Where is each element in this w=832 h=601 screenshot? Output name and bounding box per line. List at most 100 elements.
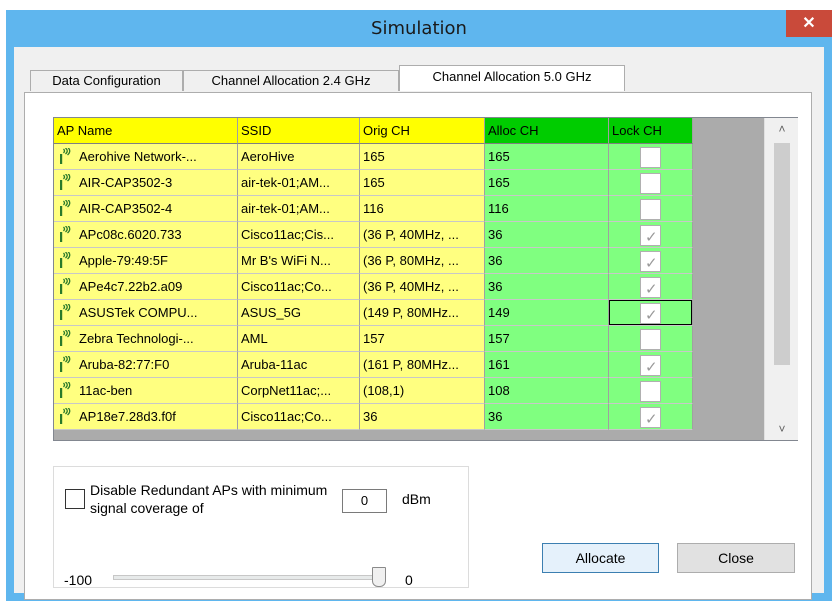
lock-channel-checkbox[interactable]: [640, 354, 661, 377]
wifi-ap-icon: [60, 382, 71, 398]
ap-name-text: APe4c7.22b2.a09: [79, 279, 183, 294]
tab-data-configuration[interactable]: Data Configuration: [30, 70, 183, 91]
cell-lock[interactable]: [609, 196, 693, 222]
cell-lock[interactable]: [609, 144, 693, 170]
cell-name: AP18e7.28d3.f0f: [54, 404, 238, 430]
column-header-name[interactable]: AP Name: [54, 118, 238, 144]
wifi-ap-icon: [60, 174, 71, 190]
wifi-ap-icon: [60, 304, 71, 320]
lock-channel-checkbox[interactable]: [640, 173, 661, 194]
cell-alloc: 36: [485, 274, 609, 300]
ap-name-text: Aerohive Network-...: [79, 149, 197, 164]
cell-ssid: CorpNet11ac;...: [238, 378, 360, 404]
table-row[interactable]: AP18e7.28d3.f0f Cisco11ac;Co... 36 36: [54, 404, 696, 430]
ap-name-text: AIR-CAP3502-3: [79, 175, 173, 190]
cell-orig: (161 P, 80MHz...: [360, 352, 485, 378]
cell-name: Zebra Technologi-...: [54, 326, 238, 352]
cell-lock[interactable]: [609, 326, 693, 352]
signal-coverage-input[interactable]: 0: [342, 489, 387, 513]
tab-channel-allocation-50[interactable]: Channel Allocation 5.0 GHz: [399, 65, 625, 91]
column-header-orig[interactable]: Orig CH: [360, 118, 485, 144]
signal-slider-thumb[interactable]: [372, 567, 386, 587]
cell-lock[interactable]: [609, 352, 693, 378]
ap-name-text: 11ac-ben: [79, 383, 133, 398]
tab-channel-allocation-24[interactable]: Channel Allocation 2.4 GHz: [183, 70, 399, 91]
column-header-alloc[interactable]: Alloc CH: [485, 118, 609, 144]
lock-channel-checkbox[interactable]: [640, 329, 661, 350]
cell-alloc: 161: [485, 352, 609, 378]
tab-label: Data Configuration: [52, 73, 161, 88]
cell-lock[interactable]: [609, 170, 693, 196]
cell-name: Apple-79:49:5F: [54, 248, 238, 274]
cell-ssid: Cisco11ac;Cis...: [238, 222, 360, 248]
lock-channel-checkbox[interactable]: [640, 224, 661, 247]
cell-ssid: ASUS_5G: [238, 300, 360, 326]
ap-channel-grid[interactable]: AP Name SSID Orig CH Alloc CH Lock CH Aerohiv…: [53, 117, 798, 441]
cell-ssid: air-tek-01;AM...: [238, 196, 360, 222]
lock-channel-checkbox[interactable]: [640, 147, 661, 168]
lock-channel-checkbox[interactable]: [640, 199, 661, 220]
table-row[interactable]: 11ac-ben CorpNet11ac;... (108,1) 108: [54, 378, 696, 404]
vertical-scrollbar[interactable]: ˄ ˅: [764, 118, 798, 440]
signal-slider-track[interactable]: [113, 575, 379, 580]
cell-lock[interactable]: [609, 274, 693, 300]
cell-alloc: 165: [485, 170, 609, 196]
column-header-ssid[interactable]: SSID: [238, 118, 360, 144]
table-row[interactable]: ASUSTek COMPU... ASUS_5G (149 P, 80MHz... 1…: [54, 300, 696, 326]
disable-redundant-aps-label: Disable Redundant APs with minimum signa…: [90, 482, 328, 516]
lock-channel-checkbox[interactable]: [640, 406, 661, 429]
cell-orig: 165: [360, 144, 485, 170]
cell-orig: 165: [360, 170, 485, 196]
table-row[interactable]: AIR-CAP3502-4 air-tek-01;AM... 116 116: [54, 196, 696, 222]
table-row[interactable]: APe4c7.22b2.a09 Cisco11ac;Co... (36 P, 40M…: [54, 274, 696, 300]
cell-alloc: 149: [485, 300, 609, 326]
wifi-ap-icon: [60, 408, 71, 424]
cell-name: AIR-CAP3502-3: [54, 170, 238, 196]
table-row[interactable]: AIR-CAP3502-3 air-tek-01;AM... 165 165: [54, 170, 696, 196]
cell-name: APc08c.6020.733: [54, 222, 238, 248]
scroll-down-arrow-icon[interactable]: ˅: [765, 418, 799, 440]
cell-ssid: AML: [238, 326, 360, 352]
table-row[interactable]: Apple-79:49:5F Mr B's WiFi N... (36 P, 80M…: [54, 248, 696, 274]
table-row[interactable]: Aruba-82:77:F0 Aruba-11ac (161 P, 80MHz...…: [54, 352, 696, 378]
table-row[interactable]: Zebra Technologi-... AML 157 157: [54, 326, 696, 352]
close-button[interactable]: Close: [677, 543, 795, 573]
window-title: Simulation: [371, 18, 467, 39]
cell-name: APe4c7.22b2.a09: [54, 274, 238, 300]
lock-channel-checkbox[interactable]: [640, 381, 661, 402]
cell-lock[interactable]: [609, 222, 693, 248]
ap-name-text: AP18e7.28d3.f0f: [79, 409, 176, 424]
focus-rectangle: [609, 300, 692, 325]
ap-name-text: AIR-CAP3502-4: [79, 201, 173, 216]
title-bar[interactable]: Simulation ✕: [6, 10, 832, 47]
tab-label: Channel Allocation 5.0 GHz: [432, 69, 592, 84]
cell-name: Aerohive Network-...: [54, 144, 238, 170]
scrollbar-thumb[interactable]: [774, 143, 790, 365]
column-header-lock[interactable]: Lock CH: [609, 118, 693, 144]
lock-channel-checkbox[interactable]: [640, 276, 661, 299]
cell-lock[interactable]: [609, 300, 693, 326]
cell-alloc: 157: [485, 326, 609, 352]
cell-name: Aruba-82:77:F0: [54, 352, 238, 378]
cell-lock[interactable]: [609, 378, 693, 404]
window-close-button[interactable]: ✕: [786, 10, 832, 37]
wifi-ap-icon: [60, 226, 71, 242]
cell-alloc: 36: [485, 222, 609, 248]
ap-name-text: Zebra Technologi-...: [79, 331, 194, 346]
disable-redundant-aps-checkbox[interactable]: [65, 489, 85, 509]
cell-lock[interactable]: [609, 404, 693, 430]
grid-header-row: AP Name SSID Orig CH Alloc CH Lock CH: [54, 118, 696, 144]
slider-value-label: 0: [405, 572, 413, 588]
cell-ssid: Cisco11ac;Co...: [238, 404, 360, 430]
cell-lock[interactable]: [609, 248, 693, 274]
ap-name-text: APc08c.6020.733: [79, 227, 182, 242]
scroll-up-arrow-icon[interactable]: ˄: [765, 118, 799, 140]
cell-alloc: 108: [485, 378, 609, 404]
lock-channel-checkbox[interactable]: [640, 250, 661, 273]
cell-alloc: 36: [485, 404, 609, 430]
table-row[interactable]: APc08c.6020.733 Cisco11ac;Cis... (36 P, 40…: [54, 222, 696, 248]
allocate-button[interactable]: Allocate: [542, 543, 659, 573]
cell-ssid: air-tek-01;AM...: [238, 170, 360, 196]
wifi-ap-icon: [60, 148, 71, 164]
table-row[interactable]: Aerohive Network-... AeroHive 165 165: [54, 144, 696, 170]
